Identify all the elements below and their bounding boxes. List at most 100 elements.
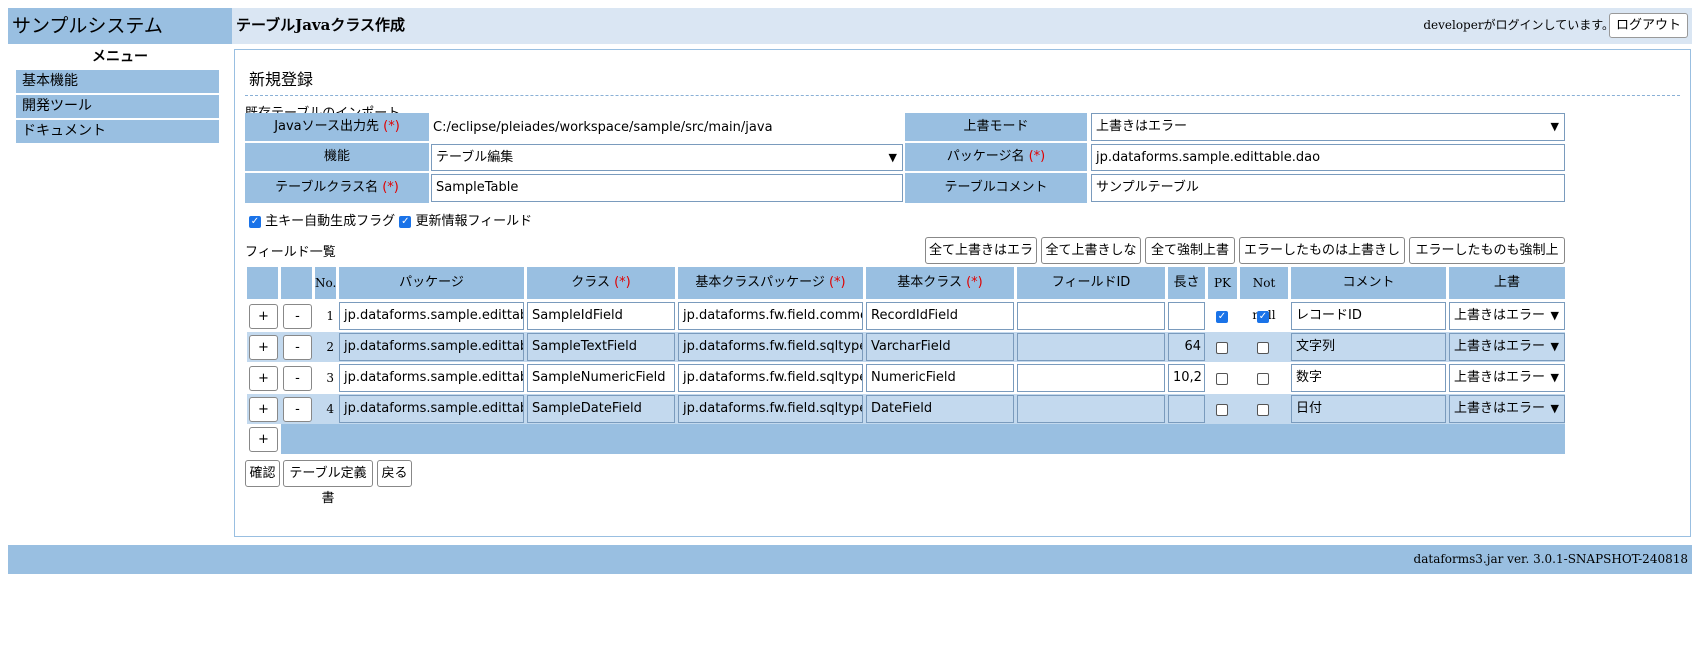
update-info-checkbox[interactable]: ✓ — [399, 215, 412, 228]
overwrite-all-skip-button[interactable]: 全て上書きしない — [1041, 237, 1141, 283]
function-select[interactable]: テーブル編集 ▼ — [431, 144, 903, 171]
chevron-down-icon: ▼ — [1550, 120, 1559, 133]
chevron-down-icon: ▼ — [1550, 371, 1559, 384]
logout-button[interactable]: ログアウト — [1608, 13, 1688, 38]
row-add-button[interactable]: + — [249, 304, 278, 329]
row-remove-button[interactable]: - — [283, 397, 312, 422]
field-id-input[interactable] — [1017, 395, 1165, 423]
java-src-label: Javaソース出力先 (*) — [245, 113, 429, 141]
base-package-input[interactable]: jp.dataforms.fw.field.sqltype — [678, 333, 863, 361]
row-add-button[interactable]: + — [249, 366, 278, 391]
base-package-input[interactable]: jp.dataforms.fw.field.sqltype — [678, 395, 863, 423]
overwrite-select[interactable]: 上書きはエラー ▼ — [1449, 364, 1565, 392]
pk-checkbox[interactable] — [1216, 340, 1228, 355]
auto-pk-option[interactable]: ✓ 主キー自動生成フラグ ✓ 更新情報フィールド — [249, 210, 532, 229]
chevron-down-icon: ▼ — [1550, 309, 1559, 322]
field-list-title: フィールド一覧 — [245, 245, 336, 260]
field-id-input[interactable] — [1017, 364, 1165, 392]
comment-input[interactable]: 文字列 — [1291, 333, 1446, 361]
comment-input[interactable]: 日付 — [1291, 395, 1446, 423]
row-add-button[interactable]: + — [249, 397, 278, 422]
base-class-input[interactable]: RecordIdField — [866, 302, 1014, 330]
table-header-remove — [281, 267, 312, 299]
divider — [245, 95, 1680, 96]
version-text: dataforms3.jar ver. 3.0.1-SNAPSHOT-24081… — [1413, 552, 1688, 566]
error-force-button[interactable]: エラーしたものも強制上書き — [1409, 237, 1565, 283]
not-null-checkbox[interactable] — [1257, 371, 1269, 386]
confirm-button[interactable]: 確認 — [245, 460, 280, 487]
class-input[interactable]: SampleNumericField — [527, 364, 675, 392]
package-input[interactable]: jp.dataforms.sample.edittable.fiel — [339, 364, 524, 392]
row-remove-button[interactable]: - — [283, 366, 312, 391]
chevron-down-icon: ▼ — [1550, 402, 1559, 415]
comment-input[interactable]: レコードID — [1291, 302, 1446, 330]
pk-checkbox[interactable] — [1216, 402, 1228, 417]
error-skip-button[interactable]: エラーしたものは上書きしない — [1239, 237, 1405, 283]
overwrite-select[interactable]: 上書きはエラー ▼ — [1449, 333, 1565, 361]
sidebar-item-basic[interactable]: 基本機能 — [16, 70, 219, 93]
class-input[interactable]: SampleTextField — [527, 333, 675, 361]
table-header-class: クラス (*) — [527, 267, 675, 299]
class-input[interactable]: SampleDateField — [527, 395, 675, 423]
length-input[interactable]: 10,2 — [1168, 364, 1205, 392]
add-row-button[interactable]: + — [249, 427, 278, 452]
length-input[interactable] — [1168, 395, 1205, 423]
table-header-add — [247, 267, 278, 299]
comment-input[interactable]: 数字 — [1291, 364, 1446, 392]
table-class-input[interactable]: SampleTable — [431, 174, 903, 202]
footer: dataforms3.jar ver. 3.0.1-SNAPSHOT-24081… — [8, 545, 1692, 574]
row-remove-button[interactable]: - — [283, 304, 312, 329]
base-class-input[interactable]: VarcharField — [866, 333, 1014, 361]
base-package-input[interactable]: jp.dataforms.fw.field.common — [678, 302, 863, 330]
back-button[interactable]: 戻る — [377, 460, 412, 487]
table-header-package: パッケージ — [339, 267, 524, 299]
row-number: 4 — [326, 402, 334, 416]
package-input[interactable]: jp.dataforms.sample.edittable.dao — [1091, 144, 1565, 171]
table-header-not-null: Not null — [1240, 267, 1288, 322]
overwrite-select[interactable]: 上書きはエラー ▼ — [1449, 395, 1565, 423]
overwrite-all-error-button[interactable]: 全て上書きはエラー — [925, 237, 1037, 283]
length-input[interactable] — [1168, 302, 1205, 330]
overwrite-mode-select[interactable]: 上書きはエラー ▼ — [1091, 113, 1565, 141]
chevron-down-icon: ▼ — [1550, 340, 1559, 353]
package-input[interactable]: jp.dataforms.sample.edittable.fiel — [339, 395, 524, 423]
row-remove-button[interactable]: - — [283, 335, 312, 360]
table-footer-row — [281, 424, 1565, 454]
page-title: テーブルJavaクラス作成 — [236, 16, 406, 34]
table-header-base-class: 基本クラス (*) — [866, 267, 1014, 299]
table-header-no: No. — [315, 267, 336, 299]
chevron-down-icon: ▼ — [888, 151, 897, 164]
sidebar-item-docs[interactable]: ドキュメント — [16, 120, 219, 143]
auto-pk-checkbox[interactable]: ✓ — [249, 215, 261, 228]
row-add-button[interactable]: + — [249, 335, 278, 360]
class-input[interactable]: SampleIdField — [527, 302, 675, 330]
overwrite-all-force-button[interactable]: 全て強制上書き — [1145, 237, 1235, 283]
not-null-checkbox[interactable] — [1257, 402, 1269, 417]
pk-checkbox[interactable]: ✓ — [1216, 309, 1228, 324]
row-number: 3 — [326, 371, 334, 385]
package-input[interactable]: jp.dataforms.sample.edittable.fiel — [339, 333, 524, 361]
sidebar: メニュー 基本機能 開発ツール ドキュメント — [8, 44, 232, 145]
package-input[interactable]: jp.dataforms.sample.edittable.fiel — [339, 302, 524, 330]
table-comment-input[interactable]: サンプルテーブル — [1091, 174, 1565, 202]
base-package-input[interactable]: jp.dataforms.fw.field.sqltype — [678, 364, 863, 392]
table-header-base-package: 基本クラスパッケージ (*) — [678, 267, 863, 299]
overwrite-select[interactable]: 上書きはエラー ▼ — [1449, 302, 1565, 330]
pk-checkbox[interactable] — [1216, 371, 1228, 386]
base-class-input[interactable]: DateField — [866, 395, 1014, 423]
field-id-input[interactable] — [1017, 333, 1165, 361]
table-definition-button[interactable]: テーブル定義書 — [283, 460, 373, 506]
section-title: 新規登録 — [249, 70, 314, 89]
length-input[interactable]: 64 — [1168, 333, 1205, 361]
table-header-field-id: フィールドID — [1017, 267, 1165, 299]
not-null-checkbox[interactable] — [1257, 340, 1269, 355]
system-title: サンプルシステム — [8, 8, 232, 44]
not-null-checkbox[interactable]: ✓ — [1257, 309, 1269, 324]
table-header-comment: コメント — [1291, 267, 1446, 299]
java-src-value: C:/eclipse/pleiades/workspace/sample/src… — [433, 120, 773, 135]
base-class-input[interactable]: NumericField — [866, 364, 1014, 392]
table-header-overwrite: 上書 — [1449, 267, 1565, 299]
field-id-input[interactable] — [1017, 302, 1165, 330]
sidebar-item-devtools[interactable]: 開発ツール — [16, 95, 219, 118]
login-status: developerがログインしています。 — [1423, 18, 1614, 32]
